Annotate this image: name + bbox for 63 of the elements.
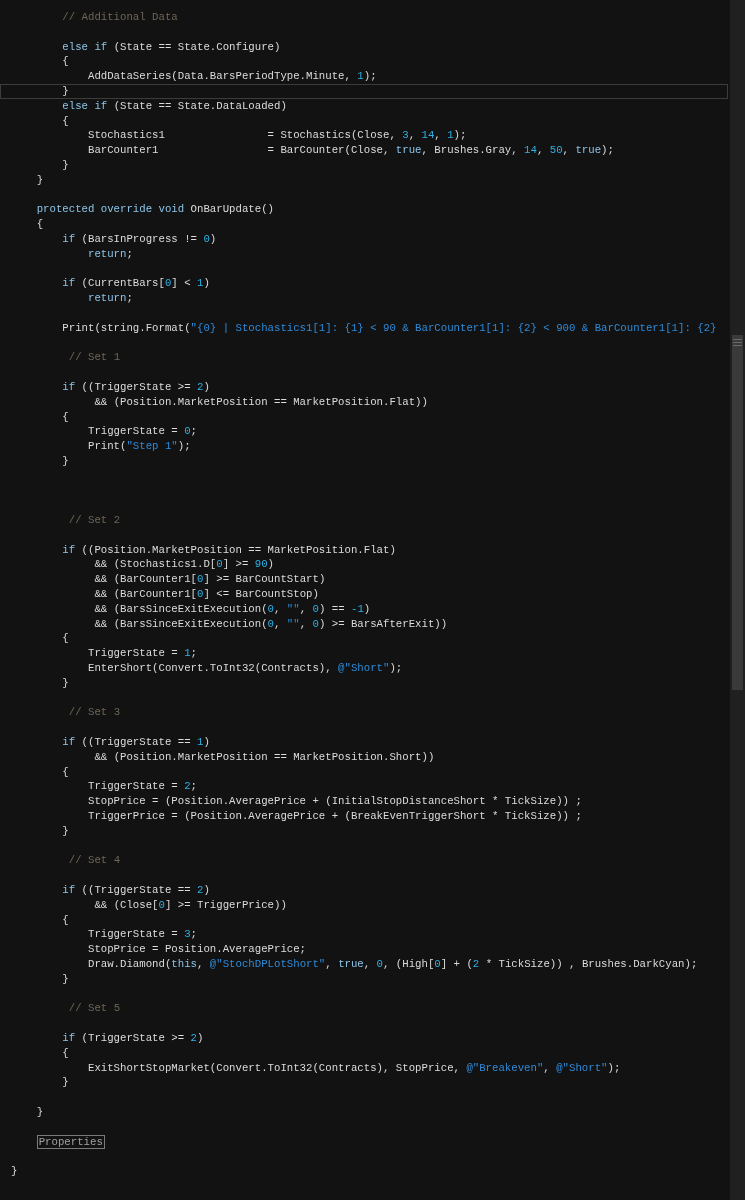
code-line: Stochastics1 = Stochastics(Close, 3, 14, 1); xyxy=(87,129,467,142)
code-line: // Set 5 xyxy=(68,1002,121,1015)
code-line: // Set 3 xyxy=(68,706,121,719)
code-line: } xyxy=(36,1105,44,1118)
code-line: } xyxy=(62,158,69,171)
code-line: && (BarsSinceExitExecution(0, "", 0) == -1) xyxy=(94,602,371,615)
code-line: Draw.Diamond(this, @"StochDPLotShort", true, 0, (High[0] + (2 * TickSize)) , Brushes.DarkCyan); xyxy=(87,958,698,970)
code-line: { xyxy=(62,765,69,778)
code-line: { xyxy=(62,1046,69,1059)
code-line: } xyxy=(62,972,69,985)
code-line: { xyxy=(36,218,44,231)
code-line: && (BarCounter1[0] >= BarCountStart) xyxy=(94,573,326,586)
code-line: TriggerState = 3; xyxy=(87,928,198,941)
code-line: StopPrice = Position.AveragePrice; xyxy=(87,943,307,956)
code-line: { xyxy=(62,55,69,68)
code-line: && (Position.MarketPosition == MarketPosition.Short)) xyxy=(94,750,435,763)
code-line: TriggerPrice = (Position.AveragePrice + (BreakEvenTriggerShort * TickSize)) ; xyxy=(87,810,582,823)
code-line: && (BarCounter1[0] <= BarCountStop) xyxy=(94,588,319,601)
code-line: else if (State == State.Configure) xyxy=(62,40,281,53)
code-line: } xyxy=(62,676,69,689)
code-line: TriggerState = 0; xyxy=(87,425,198,438)
code-line: Print(string.Format("{0} | Stochastics1[1]: {1} < 90 & BarCounter1[1]: {2} < 900 & BarCounter1[1]: {2} xyxy=(62,321,717,334)
scrollbar-thumb[interactable] xyxy=(732,335,743,690)
code-line: && (Stochastics1.D[0] >= 90) xyxy=(94,558,274,571)
code-line: { xyxy=(62,632,69,645)
code-line: if ((Position.MarketPosition == MarketPosition.Flat) xyxy=(62,543,396,556)
code-line: if (BarsInProgress != 0) xyxy=(62,232,217,245)
code-line: BarCounter1 = BarCounter(Close, true, Brushes.Gray, 14, 50, true); xyxy=(87,144,614,157)
code-line: AddDataSeries(Data.BarsPeriodType.Minute, 1); xyxy=(87,70,377,83)
code-line: if (CurrentBars[0] < 1) xyxy=(62,277,210,290)
code-line: // Set 2 xyxy=(68,514,121,527)
code-line: protected override void OnBarUpdate() xyxy=(36,203,274,216)
code-line: // Set 4 xyxy=(68,854,121,867)
code-line: } xyxy=(62,454,69,467)
code-line: && (Close[0] >= TriggerPrice)) xyxy=(94,898,287,911)
code-line: { xyxy=(62,114,69,127)
code-line: else if (State == State.DataLoaded) xyxy=(62,99,287,112)
code-line: { xyxy=(62,913,69,926)
code-line: TriggerState = 2; xyxy=(87,780,198,793)
code-line: if (TriggerState >= 2) xyxy=(62,1032,204,1044)
code-line: if ((TriggerState >= 2) xyxy=(62,380,210,393)
code-line: ExitShortStopMarket(Convert.ToInt32(Contracts), StopPrice, @"Breakeven", @"Short"); xyxy=(87,1061,621,1074)
code-line: } xyxy=(62,85,69,97)
code-line: } xyxy=(62,824,69,837)
code-line: && (Position.MarketPosition == MarketPosition.Flat)) xyxy=(94,395,428,408)
code-line: // Additional Data xyxy=(62,11,178,23)
code-line: return; xyxy=(87,247,133,260)
code-line: if ((TriggerState == 2) xyxy=(62,884,210,896)
code-line: TriggerState = 1; xyxy=(87,647,198,660)
code-line: if ((TriggerState == 1) xyxy=(62,736,210,749)
code-line: } xyxy=(36,173,44,186)
scrollbar-track[interactable] xyxy=(730,0,745,1200)
code-line: Print("Step 1"); xyxy=(87,440,191,453)
collapsed-region[interactable]: Properties xyxy=(36,1134,105,1149)
code-line: } xyxy=(62,1076,69,1089)
grip-icon xyxy=(733,339,742,346)
code-line: } xyxy=(11,1165,18,1178)
code-line: EnterShort(Convert.ToInt32(Contracts), @"Short"); xyxy=(87,662,403,675)
code-line: StopPrice = (Position.AveragePrice + (InitialStopDistanceShort * TickSize)) ; xyxy=(87,795,582,808)
code-line: && (BarsSinceExitExecution(0, "", 0) >= BarsAfterExit)) xyxy=(94,617,448,630)
code-line: { xyxy=(62,410,69,423)
code-line: return; xyxy=(87,292,133,305)
code-line: // Set 1 xyxy=(68,351,121,364)
